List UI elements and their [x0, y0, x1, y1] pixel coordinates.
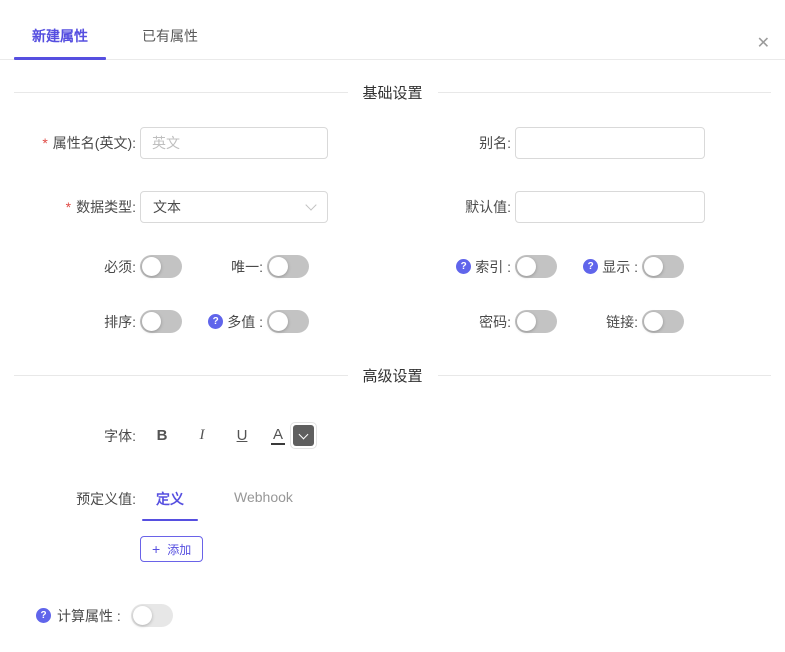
tab-new-attribute[interactable]: 新建属性: [30, 26, 90, 59]
unique-toggle[interactable]: [267, 255, 309, 278]
data-type-select[interactable]: 文本: [140, 191, 328, 223]
help-icon[interactable]: ?: [208, 314, 223, 329]
predefined-label: 预定义值:: [0, 483, 140, 509]
sort-toggle[interactable]: [140, 310, 182, 333]
unique-toggle-label: 唯一:: [182, 257, 267, 277]
tab-bar: 新建属性 已有属性: [0, 26, 785, 60]
section-title-advanced: 高级设置: [348, 365, 438, 386]
password-toggle-label-text: 密码:: [479, 312, 511, 332]
section-divider-basic: 基础设置: [14, 82, 771, 103]
form-row-type-default: * 数据类型: 文本 默认值:: [0, 191, 785, 223]
attribute-form: * 属性名(英文): 别名: * 数据类型: 文本: [0, 127, 785, 333]
font-toolbar: B I U A: [142, 422, 317, 449]
new-attribute-dialog: ✕ 新建属性 已有属性 基础设置 * 属性名(英文): 别名:: [0, 26, 785, 652]
required-toggle-label-text: 必须:: [104, 257, 136, 277]
section-divider-advanced: 高级设置: [14, 365, 771, 386]
computed-toggle-label: 计算属性 :: [57, 606, 121, 626]
alias-label-text: 别名:: [479, 133, 511, 153]
multi-toggle-label: ? 多值 :: [182, 312, 267, 332]
data-type-selected-value: 文本: [153, 197, 181, 217]
link-toggle[interactable]: [642, 310, 684, 333]
computed-attribute-row: ? 计算属性 :: [0, 604, 785, 627]
required-toggle-label: 必须:: [0, 257, 140, 277]
predefined-tabs: 定义 Webhook: [142, 483, 307, 521]
font-color-dropdown[interactable]: [290, 422, 317, 449]
default-value-input[interactable]: [515, 191, 705, 223]
italic-button[interactable]: I: [182, 427, 222, 444]
display-toggle[interactable]: [642, 255, 684, 278]
add-button-label: 添加: [167, 541, 191, 558]
password-toggle[interactable]: [515, 310, 557, 333]
form-row-toggles-2: 排序: ? 多值 : 密码: 链接:: [0, 310, 785, 333]
computed-toggle[interactable]: [131, 604, 173, 627]
default-value-label-text: 默认值:: [465, 197, 511, 217]
help-icon[interactable]: ?: [583, 259, 598, 274]
font-label: 字体:: [0, 426, 140, 446]
attr-name-input[interactable]: [140, 127, 328, 159]
unique-toggle-label-text: 唯一:: [231, 257, 263, 277]
multi-toggle-label-text: 多值 :: [227, 312, 263, 332]
required-mark: *: [42, 135, 47, 151]
chevron-down-icon: [299, 429, 309, 439]
sort-toggle-label: 排序:: [0, 312, 140, 332]
help-icon[interactable]: ?: [36, 608, 51, 623]
font-settings-row: 字体: B I U A: [0, 422, 785, 449]
attr-name-label: * 属性名(英文):: [0, 133, 140, 153]
chevron-down-icon: [305, 199, 316, 210]
index-toggle-label: ? 索引 :: [430, 257, 515, 277]
form-row-name-alias: * 属性名(英文): 别名:: [0, 127, 785, 159]
attr-name-label-text: 属性名(英文):: [53, 133, 136, 153]
password-toggle-label: 密码:: [430, 312, 515, 332]
index-toggle-label-text: 索引 :: [475, 257, 511, 277]
sort-toggle-label-text: 排序:: [104, 312, 136, 332]
multi-toggle[interactable]: [267, 310, 309, 333]
display-toggle-label-text: 显示 :: [602, 257, 638, 277]
data-type-label-text: 数据类型:: [76, 197, 136, 217]
underline-button[interactable]: U: [222, 427, 262, 444]
predefined-values-row: 预定义值: 定义 Webhook: [0, 483, 785, 521]
font-label-text: 字体:: [104, 426, 136, 446]
add-button[interactable]: + 添加: [140, 536, 203, 562]
link-toggle-label-text: 链接:: [606, 312, 638, 332]
alias-input[interactable]: [515, 127, 705, 159]
font-color-dropdown-box: [293, 425, 314, 446]
tab-webhook[interactable]: Webhook: [220, 483, 307, 521]
add-row: + 添加: [140, 536, 785, 562]
section-title-basic: 基础设置: [348, 82, 438, 103]
required-mark: *: [66, 199, 71, 215]
alias-label: 别名:: [430, 133, 515, 153]
plus-icon: +: [152, 542, 160, 556]
tab-existing-attribute[interactable]: 已有属性: [140, 26, 200, 59]
display-toggle-label: ? 显示 :: [557, 257, 642, 277]
default-value-label: 默认值:: [430, 197, 515, 217]
form-row-toggles-1: 必须: 唯一: ? 索引 : ? 显示 :: [0, 255, 785, 278]
close-icon[interactable]: ✕: [757, 36, 770, 52]
data-type-label: * 数据类型:: [0, 197, 140, 217]
font-color-button[interactable]: A: [271, 426, 285, 445]
help-icon[interactable]: ?: [456, 259, 471, 274]
index-toggle[interactable]: [515, 255, 557, 278]
link-toggle-label: 链接:: [557, 312, 642, 332]
required-toggle[interactable]: [140, 255, 182, 278]
predefined-label-text: 预定义值:: [76, 489, 136, 509]
bold-button[interactable]: B: [142, 427, 182, 444]
tab-define[interactable]: 定义: [142, 483, 198, 521]
